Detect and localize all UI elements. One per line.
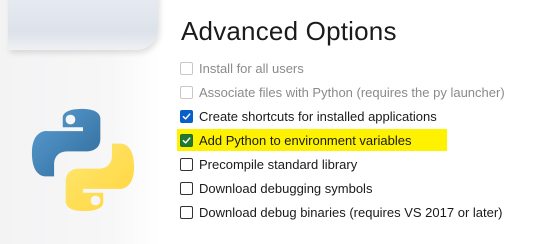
checkbox-checked[interactable] bbox=[180, 109, 193, 123]
option-add-python-to-path[interactable]: Add Python to environment variables bbox=[177, 128, 530, 152]
option-label: Precompile standard library bbox=[199, 156, 358, 172]
checkbox[interactable] bbox=[180, 157, 193, 171]
option-download-debug-binaries[interactable]: Download debug binaries (requires VS 201… bbox=[180, 200, 530, 224]
option-label: Create shortcuts for installed applicati… bbox=[199, 108, 437, 124]
advanced-options-list: Install for all users Associate files wi… bbox=[177, 56, 530, 224]
option-label: Install for all users bbox=[199, 60, 304, 76]
option-precompile-stdlib[interactable]: Precompile standard library bbox=[180, 152, 530, 176]
option-label: Add Python to environment variables bbox=[199, 132, 412, 148]
checkmark-icon bbox=[182, 136, 191, 144]
option-associate-files[interactable]: Associate files with Python (requires th… bbox=[180, 80, 530, 104]
checkbox[interactable] bbox=[180, 181, 193, 195]
python-logo-icon bbox=[31, 108, 135, 212]
option-install-for-all-users[interactable]: Install for all users bbox=[180, 56, 530, 80]
checkmark-icon bbox=[182, 112, 191, 120]
page-title: Advanced Options bbox=[181, 16, 397, 46]
checkbox[interactable] bbox=[180, 85, 193, 99]
option-label: Associate files with Python (requires th… bbox=[199, 84, 505, 100]
side-panel-decoration bbox=[8, 0, 158, 50]
installer-side-panel bbox=[0, 0, 160, 244]
checkbox[interactable] bbox=[180, 205, 193, 219]
checkbox[interactable] bbox=[180, 61, 193, 75]
option-label: Download debug binaries (requires VS 201… bbox=[199, 204, 503, 220]
option-create-shortcuts[interactable]: Create shortcuts for installed applicati… bbox=[180, 104, 530, 128]
checkbox-checked[interactable] bbox=[180, 133, 193, 147]
option-download-debug-symbols[interactable]: Download debugging symbols bbox=[180, 176, 530, 200]
option-label: Download debugging symbols bbox=[199, 180, 373, 196]
